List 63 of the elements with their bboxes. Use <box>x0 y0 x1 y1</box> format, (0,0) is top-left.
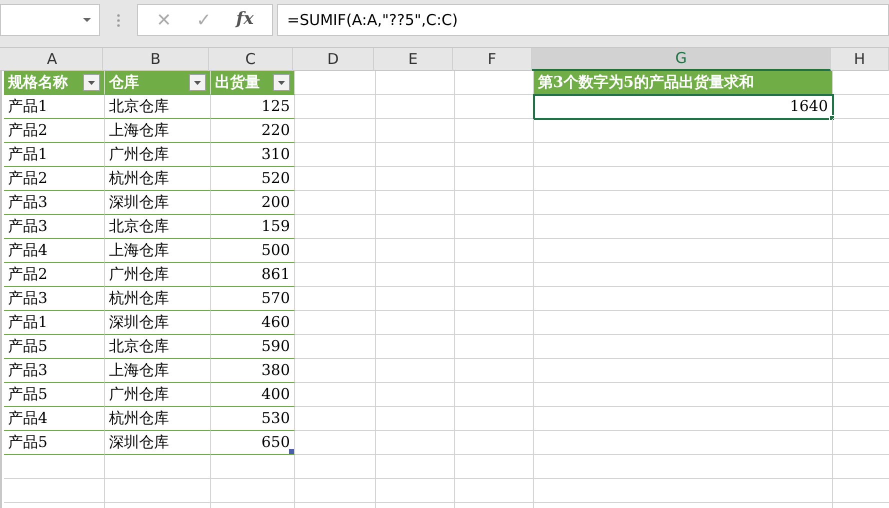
caret-icon <box>194 80 201 84</box>
table-cell: 200 <box>211 191 295 215</box>
table-cell: 上海仓库 <box>105 359 211 383</box>
dropdown-caret-icon <box>83 18 91 22</box>
column-header[interactable]: E <box>374 48 453 71</box>
table-cell: 深圳仓库 <box>105 191 211 215</box>
table-header: 第3个数字为5的产品出货量求和 <box>534 71 833 95</box>
table-cell: 产品2 <box>4 119 105 143</box>
table-cell: 产品3 <box>4 359 105 383</box>
table-cell: 杭州仓库 <box>105 167 211 191</box>
table-cell: 159 <box>211 215 295 239</box>
table-cell: 产品5 <box>4 431 105 455</box>
table-cell: 产品3 <box>4 215 105 239</box>
table-cell: 861 <box>211 263 295 287</box>
table-cell: 广州仓库 <box>105 143 211 167</box>
filter-button[interactable] <box>189 74 206 91</box>
table-cell: 460 <box>211 311 295 335</box>
table-cell: 产品3 <box>4 191 105 215</box>
table-header: 规格名称 <box>8 72 68 94</box>
table-cell: 650 <box>211 431 295 455</box>
table-cell: 杭州仓库 <box>105 407 211 431</box>
table-cell: 1640 <box>534 95 833 119</box>
caret-icon <box>278 80 285 84</box>
insert-function-button[interactable]: fx <box>236 7 254 33</box>
table-cell: 北京仓库 <box>105 95 211 119</box>
table-cell: 上海仓库 <box>105 119 211 143</box>
table-cell: 产品4 <box>4 239 105 263</box>
table-cell: 500 <box>211 239 295 263</box>
table-cell: 上海仓库 <box>105 239 211 263</box>
column-header[interactable]: G <box>532 48 831 71</box>
table-cell: 北京仓库 <box>105 215 211 239</box>
table-header: 仓库 <box>109 72 139 94</box>
table-cell: 产品1 <box>4 143 105 167</box>
table-cell: 产品1 <box>4 95 105 119</box>
table-cell: 570 <box>211 287 295 311</box>
table-cell: 产品3 <box>4 287 105 311</box>
caret-icon <box>88 80 95 84</box>
fill-handle-icon <box>289 449 294 454</box>
table-cell: 590 <box>211 335 295 359</box>
table-cell: 产品5 <box>4 335 105 359</box>
table-cell: 产品1 <box>4 311 105 335</box>
table-cell: 杭州仓库 <box>105 287 211 311</box>
table-cell: 产品2 <box>4 263 105 287</box>
grip-icon <box>117 14 120 27</box>
table-cell: 520 <box>211 167 295 191</box>
table-cell: 310 <box>211 143 295 167</box>
table-cell: 广州仓库 <box>105 383 211 407</box>
formula-field[interactable]: =SUMIF(A:A,"??5",C:C) <box>277 4 889 36</box>
table-cell: 产品4 <box>4 407 105 431</box>
filter-button[interactable] <box>83 74 100 91</box>
table-cell: 产品5 <box>4 383 105 407</box>
table-cell: 220 <box>211 119 295 143</box>
filter-button[interactable] <box>273 74 290 91</box>
table-cell: 广州仓库 <box>105 263 211 287</box>
table-cell: 北京仓库 <box>105 335 211 359</box>
table-cell: 深圳仓库 <box>105 311 211 335</box>
table-cell: 产品2 <box>4 167 105 191</box>
table-cell: 深圳仓库 <box>105 431 211 455</box>
table-cell: 125 <box>211 95 295 119</box>
table-header: 出货量 <box>215 72 260 94</box>
table-cell: 530 <box>211 407 295 431</box>
table-cell: 380 <box>211 359 295 383</box>
table-cell: 400 <box>211 383 295 407</box>
